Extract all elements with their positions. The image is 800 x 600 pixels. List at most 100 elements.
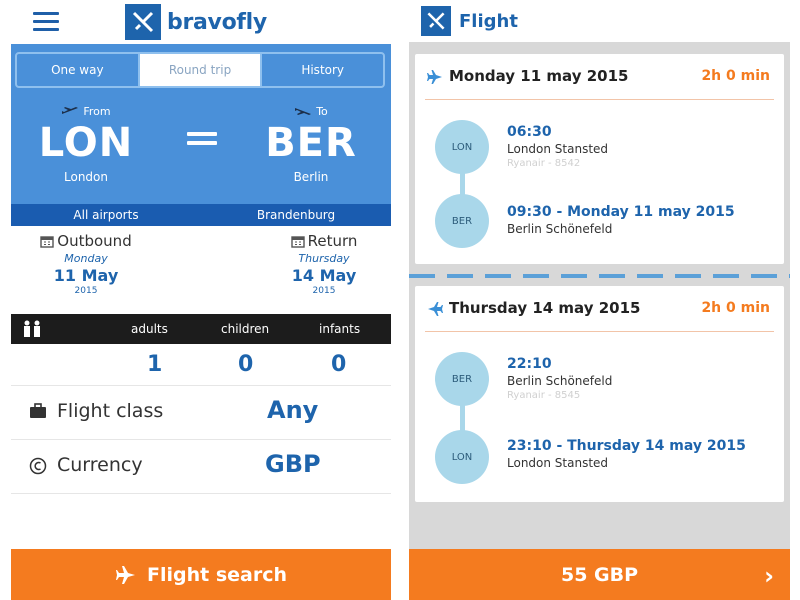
return-year: 2015 bbox=[312, 286, 336, 296]
chevron-right-icon: › bbox=[764, 562, 774, 590]
airplane-left-icon bbox=[428, 302, 443, 316]
menu-icon[interactable] bbox=[33, 12, 59, 32]
departure-time: 22:10 bbox=[507, 356, 552, 372]
route-panel: One way Round trip History From LON Lond… bbox=[11, 44, 391, 226]
return-departure-info: 22:10 Berlin Schönefeld Ryanair - 8545 bbox=[507, 356, 612, 401]
landing-icon bbox=[295, 108, 312, 115]
origin-code: LON bbox=[38, 120, 134, 166]
from-label-row: From bbox=[31, 102, 141, 120]
currency-icon bbox=[29, 457, 47, 479]
search-screen: bravofly One way Round trip History From… bbox=[11, 0, 391, 600]
outbound-label-row: Outbound bbox=[31, 232, 141, 250]
airplane-right-icon bbox=[427, 70, 442, 84]
return-timeline: BER LON 22:10 Berlin Schönefeld Ryanair … bbox=[415, 332, 784, 492]
arrival-time: 09:30 - Monday 11 may 2015 bbox=[507, 204, 735, 220]
from-label: From bbox=[83, 104, 111, 118]
tab-history[interactable]: History bbox=[260, 54, 383, 86]
briefcase-icon bbox=[29, 403, 47, 423]
flight-class-value: Any bbox=[267, 396, 319, 424]
outbound-departure-bubble: LON bbox=[435, 120, 489, 174]
tab-round-trip[interactable]: Round trip bbox=[137, 54, 261, 86]
destination-code: BER bbox=[265, 120, 357, 166]
return-arrival-info: 23:10 - Thursday 14 may 2015 London Stan… bbox=[507, 438, 746, 470]
return-date: Thursday 14 may 2015 bbox=[449, 299, 641, 317]
outbound-arrival-bubble: BER bbox=[435, 194, 489, 248]
return-date-picker[interactable]: Return Thursday 14 May 2015 bbox=[269, 232, 379, 296]
outbound-timeline: LON BER 06:30 London Stansted Ryanair - … bbox=[415, 100, 784, 260]
return-card-header: Thursday 14 may 2015 2h 0 min bbox=[425, 286, 774, 332]
arrival-airport: Berlin Schönefeld bbox=[507, 222, 613, 236]
passenger-header: adults children infants bbox=[11, 314, 391, 344]
flight-search-button[interactable]: Flight search bbox=[11, 549, 391, 600]
flight-search-label: Flight search bbox=[146, 563, 287, 586]
outbound-arrival-info: 09:30 - Monday 11 may 2015 Berlin Schöne… bbox=[507, 204, 735, 236]
app-header: bravofly bbox=[11, 0, 391, 44]
tab-one-way[interactable]: One way bbox=[17, 54, 138, 86]
adults-count[interactable]: 1 bbox=[147, 352, 162, 377]
trip-type-tabs: One way Round trip History bbox=[15, 52, 385, 88]
return-duration: 2h 0 min bbox=[701, 300, 770, 316]
destination-city: Berlin bbox=[293, 170, 329, 184]
return-day: Thursday bbox=[298, 252, 350, 265]
date-selector: Outbound Monday 11 May 2015 Return Thurs… bbox=[11, 226, 391, 314]
page-title: Flight bbox=[459, 10, 518, 32]
infants-label: infants bbox=[319, 322, 361, 336]
infants-count[interactable]: 0 bbox=[331, 352, 346, 377]
takeoff-icon bbox=[62, 107, 79, 114]
outbound-departure-info: 06:30 London Stansted Ryanair - 8542 bbox=[507, 124, 608, 169]
origin-airports[interactable]: All airports bbox=[11, 204, 201, 226]
currency-row[interactable]: Currency GBP bbox=[11, 440, 391, 494]
outbound-year: 2015 bbox=[74, 286, 98, 296]
card-divider bbox=[409, 274, 790, 278]
price-label: 55 GBP bbox=[560, 563, 639, 586]
logo-icon bbox=[125, 4, 161, 40]
passenger-counts: 1 0 0 bbox=[11, 344, 391, 386]
arrival-time: 23:10 - Thursday 14 may 2015 bbox=[507, 438, 746, 454]
children-label: children bbox=[221, 322, 270, 336]
outbound-date: 11 May bbox=[53, 266, 119, 285]
outbound-flight-card[interactable]: Monday 11 may 2015 2h 0 min LON BER 06:3… bbox=[415, 54, 784, 264]
arrival-airport: London Stansted bbox=[507, 456, 609, 470]
return-arrival-bubble: LON bbox=[435, 430, 489, 484]
adults-label: adults bbox=[131, 322, 168, 336]
logo-text: bravofly bbox=[167, 9, 267, 35]
price-button[interactable]: 55 GBP › bbox=[409, 549, 790, 600]
currency-label: Currency bbox=[57, 454, 143, 476]
flight-class-label: Flight class bbox=[57, 400, 164, 422]
children-count[interactable]: 0 bbox=[238, 352, 253, 377]
carrier-info: Ryanair - 8545 bbox=[507, 390, 581, 401]
calendar-icon bbox=[290, 235, 305, 248]
departure-airport: Berlin Schönefeld bbox=[507, 374, 613, 388]
return-flight-card[interactable]: Thursday 14 may 2015 2h 0 min BER LON 22… bbox=[415, 286, 784, 502]
flight-details-screen: Flight Monday 11 may 2015 2h 0 min LON B… bbox=[409, 0, 790, 600]
origin-selector[interactable]: From LON London bbox=[31, 102, 141, 185]
destination-selector[interactable]: To BER Berlin bbox=[251, 102, 371, 185]
outbound-date: Monday 11 may 2015 bbox=[449, 67, 629, 85]
calendar-icon bbox=[40, 235, 54, 248]
airport-bar: All airports Brandenburg bbox=[11, 204, 391, 226]
outbound-duration: 2h 0 min bbox=[701, 68, 770, 84]
currency-value: GBP bbox=[265, 450, 321, 478]
departure-time: 06:30 bbox=[507, 124, 552, 140]
swap-route-button[interactable] bbox=[187, 132, 217, 162]
origin-city: London bbox=[64, 170, 108, 184]
to-label-row: To bbox=[251, 102, 371, 120]
destination-airports[interactable]: Brandenburg bbox=[201, 204, 391, 226]
departure-airport: London Stansted bbox=[507, 142, 609, 156]
carrier-info: Ryanair - 8542 bbox=[507, 158, 581, 169]
bravofly-logo: bravofly bbox=[125, 4, 267, 40]
return-departure-bubble: BER bbox=[435, 352, 489, 406]
route-selector: From LON London To BER Berlin bbox=[11, 102, 391, 202]
outbound-date-picker[interactable]: Outbound Monday 11 May 2015 bbox=[31, 232, 141, 296]
outbound-card-header: Monday 11 may 2015 2h 0 min bbox=[425, 54, 774, 100]
outbound-label: Outbound bbox=[57, 232, 132, 250]
return-label: Return bbox=[307, 232, 358, 250]
to-label: To bbox=[316, 104, 328, 118]
passengers-icon bbox=[21, 314, 43, 344]
outbound-day: Monday bbox=[64, 252, 108, 265]
logo-icon[interactable] bbox=[421, 6, 451, 36]
flight-header: Flight bbox=[409, 0, 790, 42]
return-date: 14 May bbox=[291, 266, 357, 285]
flight-class-row[interactable]: Flight class Any bbox=[11, 386, 391, 440]
airplane-icon bbox=[115, 565, 135, 584]
